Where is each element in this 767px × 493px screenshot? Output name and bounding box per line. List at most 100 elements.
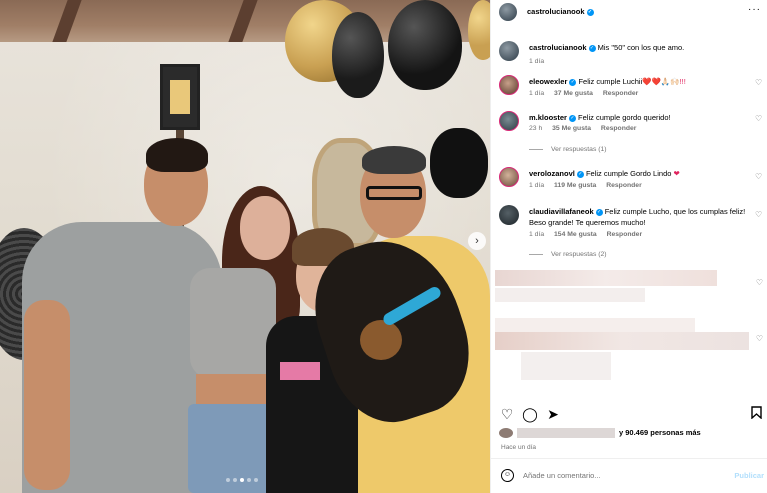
author-username[interactable]: castrolucianook ✓ (527, 7, 594, 16)
reply-button[interactable]: Responder (607, 231, 643, 238)
carousel-dot (254, 478, 258, 482)
comment-text: eleowexler ✓ Feliz cumple Luchii❤️❤️🙏🏻🙌🏻!… (529, 76, 751, 87)
carousel-dot (233, 478, 237, 482)
heart-outline-icon[interactable]: ♡ (756, 278, 763, 287)
comment-item: eleowexler ✓ Feliz cumple Luchii❤️❤️🙏🏻🙌🏻!… (491, 70, 767, 104)
verified-icon: ✓ (576, 170, 584, 178)
comment-time: 1 día (529, 182, 545, 189)
blurred-comment (495, 288, 645, 302)
comment-time: 1 día (529, 90, 545, 97)
gold-balloon (468, 0, 490, 60)
caption-body: Mis "50" con los que amo. (597, 43, 685, 52)
chevron-right-icon[interactable]: › (468, 232, 486, 250)
comment-body: Feliz cumple Luchii (578, 77, 643, 86)
blurred-comment (495, 318, 695, 332)
comment-item: m.klooster ✓ Feliz cumple gordo querido! … (491, 106, 767, 154)
replies-line (529, 253, 543, 255)
heart-outline-icon[interactable]: ♡ (756, 334, 763, 343)
verified-icon: ✓ (588, 44, 596, 52)
caption-username[interactable]: castrolucianook (529, 43, 587, 52)
lamp-light (170, 80, 190, 114)
comment-likes[interactable]: 35 Me gusta (552, 125, 591, 132)
decor-mask (430, 128, 488, 198)
person-2-head (240, 196, 290, 260)
black-balloon (332, 12, 384, 98)
person-4-hair (362, 146, 426, 174)
heart-outline-icon[interactable]: ♡ (755, 79, 763, 87)
avatar[interactable] (499, 75, 519, 95)
publish-button[interactable]: Publicar (734, 471, 764, 480)
comment-text: claudiavillafaneok ✓ Feliz cumple Lucho, … (529, 206, 751, 228)
comment-body: Feliz cumple Gordo Lindo (585, 169, 672, 178)
likes-count: y 90.469 personas más (619, 428, 701, 437)
view-replies-button[interactable]: Ver respuestas (2) (529, 251, 607, 258)
comment-item: verolozanovl ✓ Feliz cumple Gordo Lindo ❤… (491, 162, 767, 194)
avatar[interactable] (499, 111, 519, 131)
heart-outline-icon[interactable]: ♡ (499, 406, 515, 422)
verified-icon: ✓ (568, 114, 576, 122)
emoji-icon[interactable]: ☺ (501, 469, 514, 482)
comment-body: Feliz cumple gordo querido! (578, 113, 671, 122)
post-actions: ♡ ◯ ➤ (491, 402, 767, 426)
avatar[interactable] (499, 2, 517, 21)
comment-text: m.klooster ✓ Feliz cumple gordo querido! (529, 112, 751, 123)
carousel-dot-active (240, 478, 244, 482)
avatar[interactable] (499, 167, 519, 187)
bookmark-svg (750, 406, 762, 420)
comment-likes[interactable]: 37 Me gusta (554, 90, 593, 97)
avatar[interactable] (499, 41, 519, 61)
blurred-liker (517, 428, 615, 439)
heart-outline-icon[interactable]: ♡ (755, 173, 763, 181)
comment-emoji: ❤ (673, 169, 680, 178)
black-balloon (388, 0, 462, 90)
reply-button[interactable]: Responder (603, 90, 639, 97)
post-photo[interactable]: › (0, 0, 490, 493)
person-3-shirt-stripe (280, 362, 320, 380)
caption-time: 1 día (529, 58, 545, 65)
verified-icon: ✓ (569, 78, 577, 86)
heart-outline-icon[interactable]: ♡ (755, 211, 763, 219)
reply-button[interactable]: Responder (606, 182, 642, 189)
comment-item: claudiavillafaneok ✓ Feliz cumple Lucho, … (491, 200, 767, 262)
comment-emoji: ❤️❤️🙏🏻🙌🏻!!! (642, 77, 686, 86)
bookmark-icon[interactable] (748, 406, 764, 422)
avatar[interactable] (499, 205, 519, 225)
comment-likes[interactable]: 154 Me gusta (554, 231, 597, 238)
comments-list[interactable]: castrolucianook ✓ Mis "50" con los que am… (491, 30, 767, 400)
comment-meta: 1 día 119 Me gusta Responder (529, 182, 650, 189)
comment-icon[interactable]: ◯ (522, 406, 538, 422)
blurred-comment (495, 332, 749, 350)
person-1-arm (24, 300, 70, 490)
carousel-dot (247, 478, 251, 482)
post-side-panel: castrolucianook ✓ ··· castrolucianook ✓ Mi… (490, 0, 767, 493)
verified-icon: ✓ (595, 208, 603, 216)
comment-meta: 1 día 154 Me gusta Responder (529, 231, 650, 238)
blurred-comment (495, 270, 717, 286)
post-time: Hace un día (501, 444, 537, 451)
comment-meta: 23 h 35 Me gusta Responder (529, 125, 644, 132)
liker-avatars (499, 428, 513, 439)
comment-username[interactable]: verolozanovl (529, 169, 575, 178)
dog-chest (360, 320, 402, 360)
comment-composer: ☺ Publicar (491, 458, 767, 493)
person-4-glasses (366, 186, 422, 200)
comment-likes[interactable]: 119 Me gusta (554, 182, 596, 189)
reply-button[interactable]: Responder (601, 125, 637, 132)
comment-username[interactable]: eleowexler (529, 77, 567, 86)
verified-icon: ✓ (586, 8, 594, 16)
comment-username[interactable]: m.klooster (529, 113, 567, 122)
more-dots-icon[interactable]: ··· (748, 4, 761, 15)
replies-line (529, 148, 543, 150)
view-replies-button[interactable]: Ver respuestas (1) (529, 146, 607, 153)
blurred-comment (521, 352, 611, 380)
comment-username[interactable]: claudiavillafaneok (529, 207, 594, 216)
comment-input[interactable] (523, 467, 723, 483)
carousel-dot (226, 478, 230, 482)
likes-summary[interactable]: y 90.469 personas más (499, 428, 761, 442)
caption-meta: 1 día (529, 58, 552, 65)
send-icon[interactable]: ➤ (545, 406, 561, 422)
caption: castrolucianook ✓ Mis "50" con los que am… (491, 36, 767, 66)
comment-time: 1 día (529, 231, 545, 238)
heart-outline-icon[interactable]: ♡ (755, 115, 763, 123)
person-1-hair (146, 138, 208, 172)
